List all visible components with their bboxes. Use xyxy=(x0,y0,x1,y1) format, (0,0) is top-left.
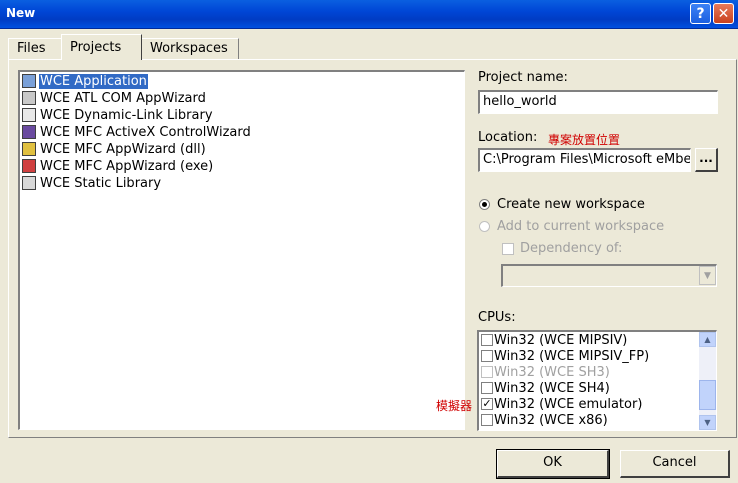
dependency-checkbox[interactable] xyxy=(502,243,514,255)
cpu-list[interactable]: Win32 (WCE MIPSIV) Win32 (WCE MIPSIV_FP)… xyxy=(477,330,717,431)
location-annotation: 專案放置位置 xyxy=(548,133,621,147)
ok-button[interactable]: OK xyxy=(496,449,610,479)
create-new-workspace-radio[interactable] xyxy=(479,199,490,210)
scroll-thumb[interactable] xyxy=(699,380,716,410)
list-item[interactable]: ✓ Win32 (WCE emulator) xyxy=(481,397,642,413)
scroll-up-icon[interactable]: ▲ xyxy=(699,332,716,347)
create-new-workspace-label: Create new workspace xyxy=(497,197,645,212)
scroll-down-icon[interactable]: ▼ xyxy=(699,415,716,430)
project-name-label: Project name: xyxy=(478,70,568,85)
tab-projects[interactable]: Projects xyxy=(61,34,142,60)
emulator-annotation: 模擬器 xyxy=(436,399,473,413)
lib-icon xyxy=(22,175,36,190)
checkbox[interactable] xyxy=(481,349,493,362)
list-item[interactable]: WCE Static Library xyxy=(22,175,162,192)
activex-icon xyxy=(22,124,36,139)
project-name-field[interactable]: hello_world xyxy=(478,90,718,114)
browse-button[interactable]: ... xyxy=(695,148,718,172)
window-title: New xyxy=(6,6,36,20)
scrollbar[interactable]: ▲ ▼ xyxy=(699,332,716,430)
list-item[interactable]: Win32 (WCE x86) xyxy=(481,413,608,429)
dependency-label: Dependency of: xyxy=(520,241,623,256)
list-item[interactable]: WCE MFC AppWizard (dll) xyxy=(22,141,207,158)
list-item[interactable]: WCE MFC ActiveX ControlWizard xyxy=(22,124,252,141)
mfc-dll-icon xyxy=(22,141,36,156)
list-item[interactable]: Win32 (WCE MIPSIV) xyxy=(481,333,627,349)
cancel-button[interactable]: Cancel xyxy=(620,450,730,478)
list-item[interactable]: WCE Application xyxy=(22,73,148,90)
tab-files[interactable]: Files xyxy=(8,38,62,59)
location-label: Location: xyxy=(478,130,538,145)
title-bar: New ? ✕ xyxy=(0,0,738,29)
location-field[interactable]: C:\Program Files\Microsoft eMbe xyxy=(478,148,691,172)
mfc-exe-icon xyxy=(22,158,36,173)
close-button[interactable]: ✕ xyxy=(713,3,734,24)
dll-icon xyxy=(22,107,36,122)
cpus-label: CPUs: xyxy=(478,310,516,325)
checkbox[interactable] xyxy=(481,365,493,378)
help-button[interactable]: ? xyxy=(690,3,711,24)
list-item[interactable]: Win32 (WCE MIPSIV_FP) xyxy=(481,349,649,365)
atl-icon xyxy=(22,90,36,105)
list-item[interactable]: Win32 (WCE SH4) xyxy=(481,381,610,397)
app-icon xyxy=(22,73,36,88)
chevron-down-icon[interactable]: ▼ xyxy=(699,266,716,285)
tab-workspaces[interactable]: Workspaces xyxy=(141,38,239,59)
checkmark-icon[interactable]: ✓ xyxy=(481,397,493,410)
checkbox[interactable] xyxy=(481,413,493,426)
list-item[interactable]: WCE MFC AppWizard (exe) xyxy=(22,158,214,175)
checkbox[interactable] xyxy=(481,333,493,346)
project-type-list[interactable]: WCE Application WCE ATL COM AppWizard WC… xyxy=(18,70,465,430)
list-item[interactable]: WCE ATL COM AppWizard xyxy=(22,90,207,107)
dependency-dropdown[interactable]: ▼ xyxy=(501,264,717,287)
add-to-workspace-radio[interactable] xyxy=(479,221,490,232)
list-item[interactable]: Win32 (WCE SH3) xyxy=(481,365,610,381)
add-to-workspace-label: Add to current workspace xyxy=(497,219,665,234)
checkbox[interactable] xyxy=(481,381,493,394)
list-item[interactable]: WCE Dynamic-Link Library xyxy=(22,107,214,124)
